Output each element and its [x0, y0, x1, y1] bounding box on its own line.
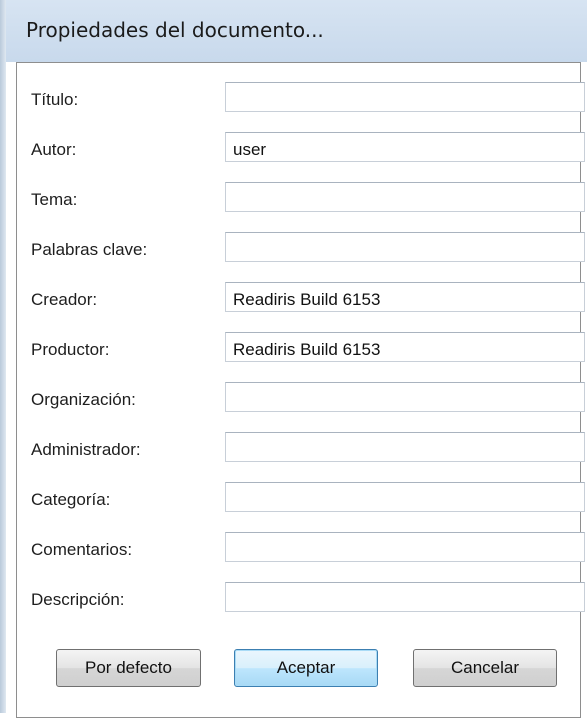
creator-field[interactable]	[225, 282, 585, 312]
producer-field[interactable]	[225, 332, 585, 362]
organization-field[interactable]	[225, 382, 585, 412]
category-field[interactable]	[225, 482, 585, 512]
author-field[interactable]	[225, 132, 585, 162]
title-bar[interactable]: Propiedades del documento...	[6, 0, 587, 62]
defaults-button[interactable]: Por defecto	[56, 649, 201, 687]
title-field[interactable]	[225, 82, 585, 112]
description-label: Descripción:	[31, 590, 125, 609]
dialog-body: Título: Autor: Tema: Palabras clave: Cre…	[6, 62, 587, 718]
keywords-label: Palabras clave:	[31, 240, 148, 259]
title-label: Título:	[31, 90, 79, 109]
comments-label: Comentarios:	[31, 540, 133, 559]
author-label: Autor:	[31, 140, 77, 159]
category-label: Categoría:	[31, 490, 111, 509]
document-properties-dialog: Propiedades del documento... Título: Aut…	[0, 0, 587, 718]
creator-label: Creador:	[31, 290, 98, 309]
ok-button[interactable]: Aceptar	[234, 649, 378, 687]
producer-label: Productor:	[31, 340, 110, 359]
manager-label: Administrador:	[31, 440, 141, 459]
keywords-field[interactable]	[225, 232, 585, 262]
description-field[interactable]	[225, 582, 585, 612]
dialog-title: Propiedades del documento...	[26, 18, 324, 42]
organization-label: Organización:	[31, 390, 136, 409]
cancel-button[interactable]: Cancelar	[413, 649, 557, 687]
manager-field[interactable]	[225, 432, 585, 462]
subject-label: Tema:	[31, 190, 78, 209]
comments-field[interactable]	[225, 532, 585, 562]
subject-field[interactable]	[225, 182, 585, 212]
